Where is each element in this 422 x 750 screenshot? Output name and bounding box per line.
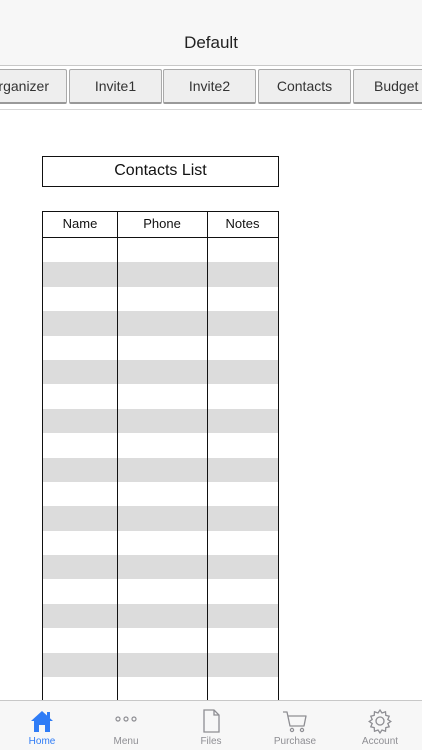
- table-row[interactable]: [43, 287, 278, 311]
- table-body: [43, 238, 278, 711]
- page-title: Default: [184, 33, 238, 52]
- column-header-phone: Phone: [143, 216, 181, 231]
- tabbar-files[interactable]: Files: [169, 701, 253, 750]
- table-row[interactable]: [43, 652, 278, 678]
- tab-invite2[interactable]: Invite2: [163, 69, 256, 104]
- table-row[interactable]: [43, 408, 278, 434]
- gear-icon: [368, 708, 392, 735]
- table-row[interactable]: [43, 384, 278, 408]
- tabbar-home[interactable]: Home: [0, 701, 84, 750]
- tabbar-account[interactable]: Account: [338, 701, 422, 750]
- navigation-bar: Default: [0, 0, 422, 66]
- cart-icon: [283, 711, 307, 733]
- table-row[interactable]: [43, 262, 278, 287]
- tabbar-label: Purchase: [273, 736, 317, 747]
- table-row[interactable]: [43, 677, 278, 701]
- tabbar-label: Home: [28, 736, 56, 747]
- tabbar-label: Menu: [113, 736, 139, 747]
- table-row[interactable]: [43, 506, 278, 531]
- column-header-notes: Notes: [225, 216, 260, 231]
- tab-budget[interactable]: Budget: [353, 69, 422, 104]
- more-icon: [115, 716, 137, 722]
- tab-organizer[interactable]: Organizer: [0, 69, 67, 104]
- table-row[interactable]: [43, 603, 278, 629]
- table-row[interactable]: [43, 531, 278, 555]
- table-row[interactable]: [43, 555, 278, 580]
- home-icon: [31, 711, 53, 732]
- tab-bar: Home Menu Files Purchase Account: [0, 700, 422, 750]
- tabbar-purchase[interactable]: Purchase: [253, 701, 337, 750]
- column-divider: [117, 212, 118, 711]
- segment-tabs: Organizer Invite1 Invite2 Contacts Budge…: [0, 66, 422, 110]
- table-row[interactable]: [43, 336, 278, 360]
- tabbar-label: Account: [361, 736, 399, 747]
- table-row[interactable]: [43, 433, 278, 457]
- table-row[interactable]: [43, 628, 278, 652]
- file-icon: [203, 709, 220, 733]
- tabbar-label: Files: [200, 736, 222, 747]
- table-header: Name Phone Notes: [43, 212, 278, 238]
- contacts-table: Name Phone Notes: [42, 211, 279, 711]
- tab-invite1[interactable]: Invite1: [69, 69, 162, 104]
- table-row[interactable]: [43, 311, 278, 336]
- table-row[interactable]: [43, 579, 278, 603]
- tab-contacts[interactable]: Contacts: [258, 69, 351, 104]
- table-row[interactable]: [43, 238, 278, 262]
- column-divider: [207, 212, 208, 711]
- table-row[interactable]: [43, 482, 278, 506]
- table-row[interactable]: [43, 457, 278, 482]
- contacts-list-title: Contacts List: [42, 156, 279, 187]
- tabbar-menu[interactable]: Menu: [84, 701, 168, 750]
- column-header-name: Name: [62, 216, 98, 231]
- table-row[interactable]: [43, 359, 278, 385]
